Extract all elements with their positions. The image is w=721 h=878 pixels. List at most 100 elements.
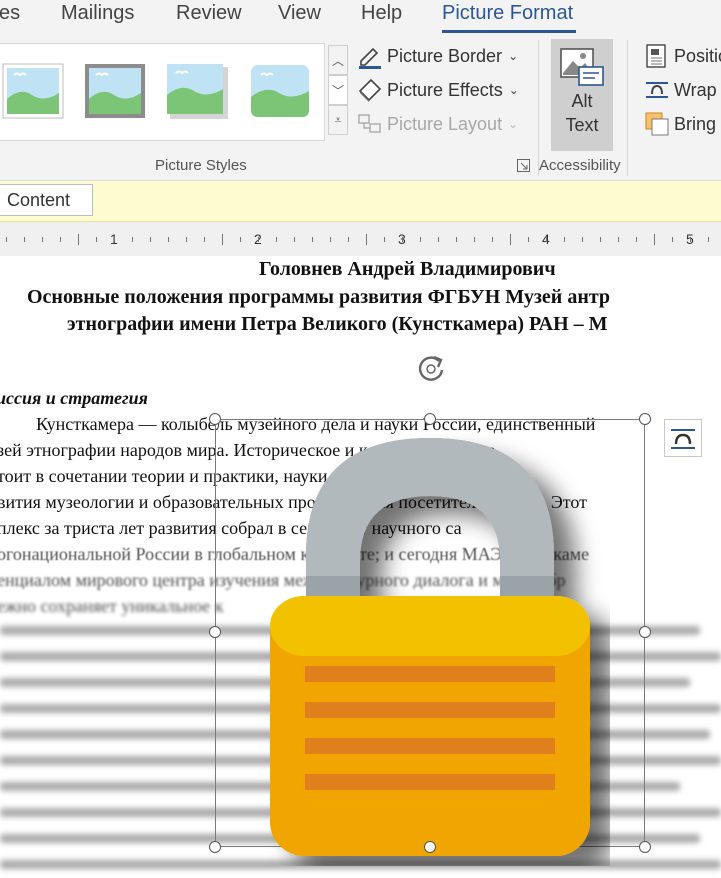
ruler-tick	[564, 237, 565, 242]
ruler-tick	[132, 237, 133, 242]
author-name: Головнев Андрей Владимирович	[259, 258, 556, 280]
gallery-scroll-down-button[interactable]: ﹀	[328, 75, 348, 105]
ruler-tick	[312, 237, 313, 242]
pen-border-icon	[357, 43, 383, 69]
resize-handle-bottom-left[interactable]	[209, 841, 221, 853]
resize-handle-top[interactable]	[424, 413, 436, 425]
ruler-tick	[24, 237, 25, 242]
ruler-tick	[492, 237, 493, 242]
gallery-more-button[interactable]: ⩡	[328, 105, 348, 135]
ruler-tick	[474, 237, 475, 242]
ruler-tick	[276, 237, 277, 242]
ruler-tick	[60, 237, 61, 242]
position-label: Positio	[674, 45, 721, 66]
chevron-down-icon: ⌄	[508, 83, 519, 97]
picture-layout-label: Picture Layout	[387, 113, 503, 134]
bring-forward-label: Bring F	[674, 113, 721, 134]
picture-style-beveled-matte[interactable]	[84, 63, 146, 119]
rotate-handle-icon[interactable]	[413, 351, 449, 387]
ruler-tick	[150, 237, 151, 242]
ruler-tick	[618, 237, 619, 242]
picture-layout-button[interactable]: Picture Layout ⌄	[357, 109, 518, 139]
ruler-tick	[366, 234, 367, 245]
ruler-tick	[546, 237, 547, 242]
picture-border-button[interactable]: Picture Border ⌄	[357, 41, 518, 71]
chevron-down-icon: ⌄	[508, 49, 519, 63]
dialog-launcher-icon[interactable]	[517, 159, 530, 172]
ruler-tick	[114, 237, 115, 242]
picture-style-simple-frame[interactable]	[2, 63, 64, 119]
padlock-picture[interactable]	[250, 426, 610, 866]
bring-forward-icon	[644, 111, 670, 137]
tab-view[interactable]: View	[278, 2, 321, 25]
bring-forward-button[interactable]: Bring F	[644, 109, 721, 139]
ruler-tick	[186, 237, 187, 242]
resize-handle-top-left[interactable]	[209, 413, 221, 425]
ruler-tick	[348, 237, 349, 242]
ruler-tick	[78, 234, 79, 245]
chevron-down-icon: ⌄	[508, 117, 519, 131]
content-button[interactable]: Content	[0, 184, 93, 216]
gallery-scroll-up-button[interactable]: ︿	[328, 45, 348, 75]
position-button[interactable]: Positio	[644, 41, 721, 71]
ruler-tick	[672, 237, 673, 242]
picture-layout-icon	[357, 111, 383, 137]
tab-references-partial[interactable]: es	[0, 2, 20, 25]
alt-text-button[interactable]: Alt Text	[551, 39, 613, 151]
document-title-line1: Основные положения программы развития ФГ…	[27, 286, 611, 308]
document-title-line2: этнографии имени Петра Великого (Кунстка…	[67, 313, 608, 335]
ruler-tick	[402, 237, 403, 242]
ruler-tick	[582, 237, 583, 242]
ruler-tick	[168, 237, 169, 242]
tab-picture-format[interactable]: Picture Format	[442, 2, 573, 25]
resize-handle-left[interactable]	[209, 626, 221, 638]
picture-effects-icon	[357, 77, 383, 103]
layout-options-icon	[671, 429, 695, 449]
picture-styles-gallery	[0, 43, 325, 141]
ruler-tick	[204, 237, 205, 242]
ruler-tick	[528, 237, 529, 242]
ruler-tick	[708, 237, 709, 242]
ruler-tick	[294, 237, 295, 242]
picture-border-label: Picture Border	[387, 45, 503, 66]
ruler-tick	[636, 237, 637, 242]
ruler-tick	[420, 237, 421, 242]
picture-style-rounded-rectangle[interactable]	[249, 63, 311, 119]
resize-handle-top-right[interactable]	[639, 413, 651, 425]
layout-options-button[interactable]	[664, 419, 702, 457]
ruler-tick	[384, 237, 385, 242]
group-separator	[627, 40, 628, 176]
alt-text-label-line2: Text	[565, 115, 599, 135]
alt-text-label-line1: Alt	[571, 91, 593, 111]
ruler-tick	[456, 237, 457, 242]
document-page[interactable]: Головнев Андрей Владимирович Основные по…	[0, 256, 721, 878]
tab-mailings[interactable]: Mailings	[61, 2, 134, 25]
ruler-tick	[42, 237, 43, 242]
picture-effects-label: Picture Effects	[387, 79, 503, 100]
horizontal-ruler[interactable]: 1 2 3 4 5	[0, 222, 721, 256]
resize-handle-bottom-right[interactable]	[639, 841, 651, 853]
resize-handle-bottom[interactable]	[424, 841, 436, 853]
ribbon: ︿ ﹀ ⩡ Picture Border ⌄ Picture Effects ⌄…	[0, 36, 721, 181]
ruler-tick	[438, 237, 439, 242]
ruler-tick	[510, 234, 511, 245]
picture-style-drop-shadow[interactable]	[166, 63, 228, 119]
ruler-tick	[222, 234, 223, 245]
tab-review[interactable]: Review	[176, 2, 242, 25]
resize-handle-right[interactable]	[639, 626, 651, 638]
tab-help[interactable]: Help	[361, 2, 402, 25]
section-heading: иссия и стратегия	[0, 388, 148, 408]
ruler-tick	[96, 237, 97, 242]
ruler-tick	[690, 237, 691, 242]
paragraph-line: ежно сохраняет уникальное к	[0, 596, 224, 616]
accessibility-group-label: Accessibility	[539, 157, 621, 174]
ruler-tick	[600, 237, 601, 242]
picture-effects-button[interactable]: Picture Effects ⌄	[357, 75, 519, 105]
ruler-tick	[240, 237, 241, 242]
active-tab-indicator	[442, 30, 576, 33]
picture-styles-group-label: Picture Styles	[155, 157, 247, 174]
ruler-tick	[654, 234, 655, 245]
wrap-text-icon	[644, 77, 670, 103]
position-icon	[644, 43, 670, 69]
wrap-text-button[interactable]: Wrap T	[644, 75, 721, 105]
